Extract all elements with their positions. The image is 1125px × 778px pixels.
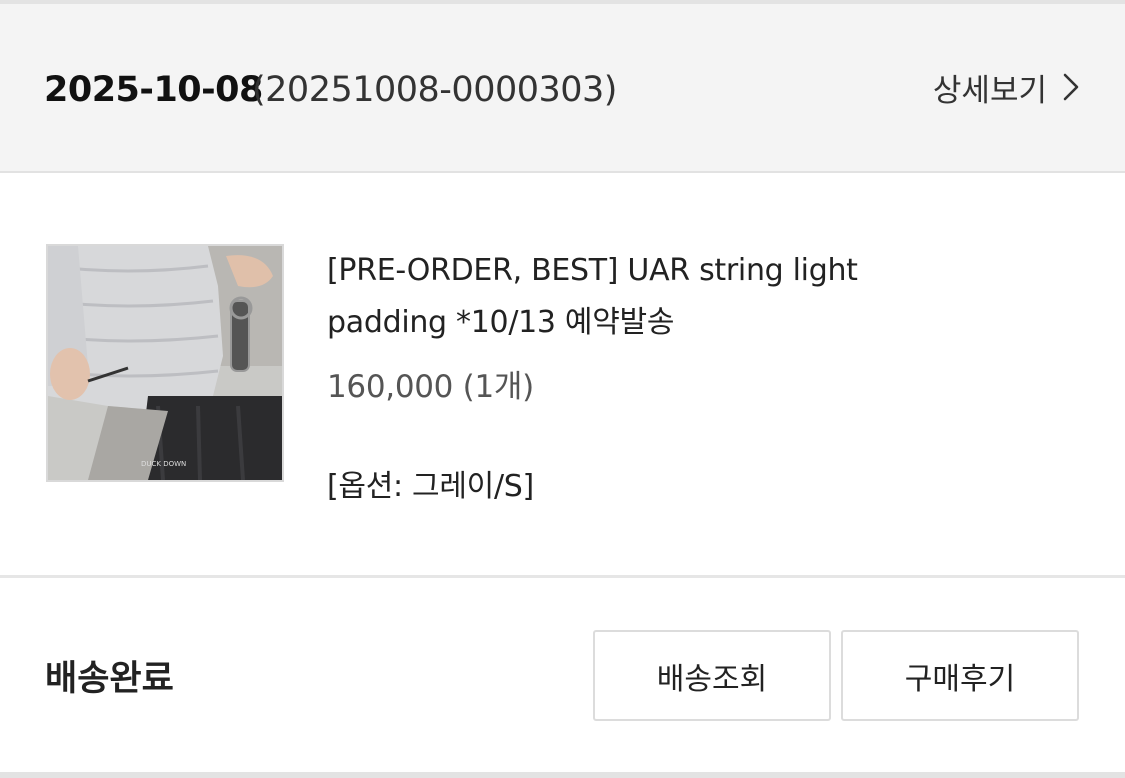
product-thumbnail[interactable]: DUCK DOWN bbox=[46, 244, 284, 482]
write-review-button[interactable]: 구매후기 bbox=[841, 630, 1079, 721]
product-photo: DUCK DOWN bbox=[48, 246, 282, 480]
bottom-divider bbox=[0, 772, 1125, 778]
product-name-line1: [PRE-ORDER, BEST] UAR string light bbox=[327, 253, 858, 288]
order-header: 2025-10-08 (20251008-0000303) 상세보기 bbox=[0, 4, 1125, 173]
order-card: 2025-10-08 (20251008-0000303) 상세보기 DUCK … bbox=[0, 0, 1125, 778]
product-price: 160,000 (1개) bbox=[327, 369, 534, 405]
thumbnail-caption: DUCK DOWN bbox=[141, 460, 186, 468]
product-option: [옵션: 그레이/S] bbox=[327, 469, 534, 504]
view-details-link[interactable]: 상세보기 bbox=[933, 62, 1081, 112]
delivery-status: 배송완료 bbox=[45, 659, 174, 699]
status-bar: 배송완료 배송조회 구매후기 bbox=[0, 578, 1125, 773]
product-name[interactable]: [PRE-ORDER, BEST] UAR string light paddi… bbox=[327, 245, 947, 349]
product-section: DUCK DOWN [PRE-ORDER, BEST] UAR string l… bbox=[0, 175, 1125, 575]
chevron-right-icon bbox=[1063, 73, 1079, 101]
product-name-line2: padding *10/13 예약발송 bbox=[327, 305, 675, 340]
order-number: (20251008-0000303) bbox=[252, 70, 617, 110]
view-details-label: 상세보기 bbox=[932, 72, 1047, 109]
track-delivery-button[interactable]: 배송조회 bbox=[593, 630, 831, 721]
order-date: 2025-10-08 bbox=[44, 70, 263, 110]
